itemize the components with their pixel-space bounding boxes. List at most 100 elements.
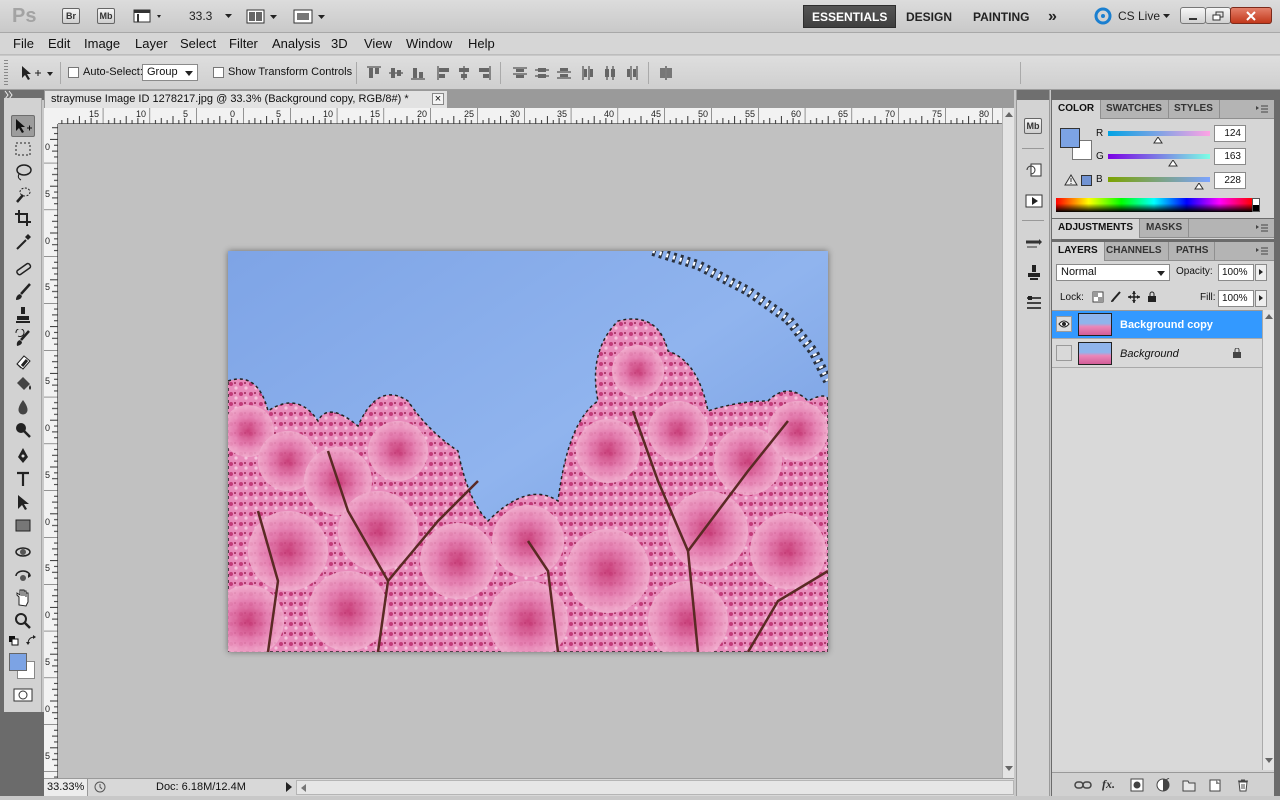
layer-name[interactable]: Background copy bbox=[1120, 319, 1213, 331]
tab-color[interactable]: COLOR bbox=[1052, 100, 1102, 119]
new-group-icon[interactable] bbox=[1182, 778, 1196, 792]
align-left-edges-icon[interactable] bbox=[436, 65, 452, 81]
menu-help[interactable]: Help bbox=[468, 36, 495, 51]
brushes-panel-button[interactable] bbox=[1025, 234, 1043, 252]
document-image[interactable] bbox=[228, 251, 828, 652]
vertical-ruler[interactable]: 0 5 0 5 0 5 0 5 0 5 0 5 0 5 bbox=[44, 124, 58, 780]
brush-tool[interactable] bbox=[11, 281, 35, 303]
layer-visibility-toggle[interactable] bbox=[1056, 316, 1072, 332]
blue-slider[interactable] bbox=[1108, 177, 1210, 182]
panel-menu-icon[interactable] bbox=[1256, 224, 1268, 232]
layer-name[interactable]: Background bbox=[1120, 348, 1179, 360]
auto-align-layers-icon[interactable] bbox=[658, 65, 674, 81]
layer-style-fx-button[interactable]: fx. bbox=[1102, 777, 1115, 792]
menu-layer[interactable]: Layer bbox=[135, 36, 168, 51]
align-horizontal-centers-icon[interactable] bbox=[456, 65, 472, 81]
foreground-color-swatch[interactable] bbox=[9, 653, 27, 671]
foreground-color-swatch[interactable] bbox=[1060, 128, 1080, 148]
panel-menu-icon[interactable] bbox=[1256, 247, 1268, 255]
tab-masks[interactable]: MASKS bbox=[1140, 219, 1190, 238]
crop-tool[interactable] bbox=[11, 207, 35, 229]
red-slider-thumb[interactable] bbox=[1153, 137, 1163, 144]
lasso-tool[interactable] bbox=[11, 161, 35, 183]
close-document-button[interactable]: × bbox=[432, 93, 444, 105]
3d-orbit-tool[interactable] bbox=[11, 564, 35, 586]
tab-adjustments[interactable]: ADJUSTMENTS bbox=[1052, 219, 1141, 238]
actions-panel-button[interactable] bbox=[1025, 192, 1043, 210]
distribute-vertical-centers-icon[interactable] bbox=[534, 65, 550, 81]
layer-row-background[interactable]: Background bbox=[1052, 340, 1274, 368]
type-tool[interactable] bbox=[11, 468, 35, 490]
panel-menu-icon[interactable] bbox=[1256, 105, 1268, 113]
close-window-button[interactable] bbox=[1230, 7, 1272, 24]
spot-healing-brush-tool[interactable] bbox=[11, 258, 35, 280]
color-spectrum-ramp[interactable] bbox=[1056, 198, 1252, 212]
workspace-design[interactable]: DESIGN bbox=[898, 5, 960, 28]
options-bar-grip[interactable] bbox=[4, 60, 8, 86]
distribute-right-edges-icon[interactable] bbox=[624, 65, 640, 81]
3d-rotate-tool[interactable] bbox=[11, 541, 35, 563]
lock-all-icon[interactable] bbox=[1146, 291, 1158, 303]
move-tool[interactable] bbox=[11, 115, 35, 137]
fill-slider-button[interactable] bbox=[1255, 290, 1267, 307]
gamut-color-swatch[interactable] bbox=[1081, 175, 1092, 186]
distribute-horizontal-centers-icon[interactable] bbox=[602, 65, 618, 81]
menu-view[interactable]: View bbox=[364, 36, 392, 51]
lock-transparent-pixels-icon[interactable] bbox=[1092, 291, 1104, 303]
eyedropper-tool[interactable] bbox=[11, 231, 35, 253]
tab-styles[interactable]: STYLES bbox=[1168, 100, 1220, 119]
minimize-button[interactable] bbox=[1180, 7, 1206, 24]
arrange-documents-button[interactable] bbox=[246, 6, 280, 26]
black-white-swatch[interactable] bbox=[1252, 198, 1260, 212]
dodge-tool[interactable] bbox=[11, 419, 35, 441]
rectangular-marquee-tool[interactable] bbox=[11, 138, 35, 160]
pen-tool[interactable] bbox=[11, 445, 35, 467]
green-value-field[interactable]: 163 bbox=[1214, 148, 1246, 165]
zoom-percentage-field[interactable]: 33.33% bbox=[44, 779, 88, 796]
clone-source-panel-button[interactable] bbox=[1025, 264, 1043, 282]
more-workspaces-button[interactable]: » bbox=[1040, 5, 1065, 28]
zoom-level-select[interactable]: 33.3 bbox=[189, 6, 236, 26]
tab-paths[interactable]: PATHS bbox=[1170, 242, 1216, 261]
green-slider-thumb[interactable] bbox=[1168, 160, 1179, 167]
link-layers-icon[interactable] bbox=[1074, 779, 1092, 791]
blue-value-field[interactable]: 228 bbox=[1214, 172, 1246, 189]
out-of-gamut-warning-icon[interactable] bbox=[1064, 174, 1078, 186]
new-adjustment-layer-icon[interactable] bbox=[1156, 778, 1170, 792]
eraser-tool[interactable] bbox=[11, 350, 35, 372]
opacity-field[interactable]: 100% bbox=[1218, 264, 1254, 281]
green-slider[interactable] bbox=[1108, 154, 1210, 159]
tool-presets-panel-button[interactable] bbox=[1025, 294, 1043, 312]
swap-colors-button[interactable] bbox=[26, 635, 38, 647]
screen-mode-button[interactable] bbox=[293, 6, 327, 26]
menu-edit[interactable]: Edit bbox=[48, 36, 70, 51]
auto-select-dropdown[interactable]: Group bbox=[142, 64, 198, 81]
clone-stamp-tool[interactable] bbox=[11, 304, 35, 326]
default-colors-button[interactable] bbox=[9, 636, 19, 646]
path-selection-tool[interactable] bbox=[11, 491, 35, 513]
ruler-origin[interactable] bbox=[44, 108, 58, 124]
layers-scrollbar[interactable] bbox=[1262, 310, 1274, 770]
tool-preset-picker[interactable] bbox=[18, 63, 56, 83]
mini-bridge-panel-button[interactable]: Mb bbox=[1024, 118, 1042, 134]
opacity-slider-button[interactable] bbox=[1255, 264, 1267, 281]
workspace-essentials[interactable]: ESSENTIALS bbox=[803, 5, 897, 28]
tab-swatches[interactable]: SWATCHES bbox=[1100, 100, 1169, 119]
distribute-bottom-edges-icon[interactable] bbox=[556, 65, 572, 81]
delete-layer-icon[interactable] bbox=[1236, 778, 1250, 792]
layer-visibility-toggle[interactable] bbox=[1056, 345, 1072, 361]
show-transform-controls-checkbox[interactable] bbox=[213, 67, 224, 78]
icon-strip-header[interactable] bbox=[1017, 90, 1049, 100]
rectangle-tool[interactable] bbox=[11, 514, 35, 536]
document-tab[interactable]: straymuse Image ID 1278217.jpg @ 33.3% (… bbox=[44, 90, 448, 108]
quick-selection-tool[interactable] bbox=[11, 184, 35, 206]
launch-mini-bridge-button[interactable]: Mb bbox=[97, 6, 115, 26]
blur-tool[interactable] bbox=[11, 396, 35, 418]
menu-3d[interactable]: 3D bbox=[331, 36, 348, 51]
lock-position-icon[interactable] bbox=[1128, 291, 1140, 303]
history-panel-button[interactable] bbox=[1025, 162, 1043, 180]
vertical-scrollbar[interactable] bbox=[1002, 108, 1014, 778]
red-value-field[interactable]: 124 bbox=[1214, 125, 1246, 142]
menu-window[interactable]: Window bbox=[406, 36, 452, 51]
view-extras-button[interactable] bbox=[133, 6, 165, 26]
